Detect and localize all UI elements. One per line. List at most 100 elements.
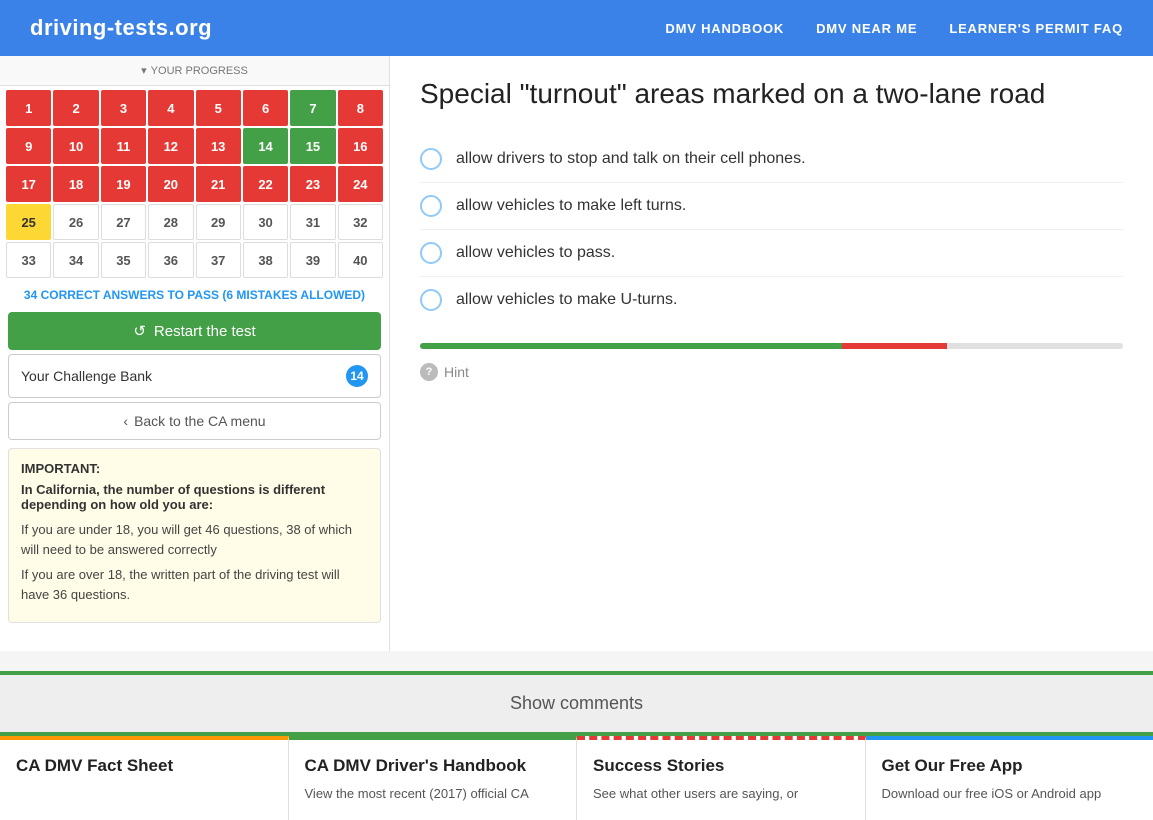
grid-cell-3[interactable]: 3 (101, 90, 146, 126)
main-nav: DMV HANDBOOK DMV NEAR ME LEARNER'S PERMI… (665, 21, 1123, 36)
grid-cell-17[interactable]: 17 (6, 166, 51, 202)
grid-cell-23[interactable]: 23 (290, 166, 335, 202)
bottom-cards: CA DMV Fact Sheet CA DMV Driver's Handboo… (0, 736, 1153, 820)
question-content: Special "turnout" areas marked on a two-… (390, 56, 1153, 651)
bottom-card-ca-dmv-fact-sheet[interactable]: CA DMV Fact Sheet (0, 736, 289, 820)
progress-bar-green (420, 343, 842, 349)
progress-grid: 1234567891011121314151617181920212223242… (0, 86, 389, 282)
grid-cell-6[interactable]: 6 (243, 90, 288, 126)
grid-cell-35[interactable]: 35 (101, 242, 146, 278)
grid-cell-9[interactable]: 9 (6, 128, 51, 164)
card-text: View the most recent (2017) official CA (305, 784, 561, 804)
answers-list: allow drivers to stop and talk on their … (420, 136, 1123, 323)
grid-cell-7[interactable]: 7 (290, 90, 335, 126)
grid-cell-33[interactable]: 33 (6, 242, 51, 278)
radio-circle (420, 148, 442, 170)
grid-cell-32[interactable]: 32 (338, 204, 383, 240)
progress-bar-red (842, 343, 947, 349)
grid-cell-25[interactable]: 25 (6, 204, 51, 240)
card-title: CA DMV Fact Sheet (16, 756, 272, 776)
back-to-menu-button[interactable]: ‹ Back to the CA menu (8, 402, 381, 440)
important-p2: If you are over 18, the written part of … (21, 565, 368, 604)
answer-text: allow drivers to stop and talk on their … (456, 150, 806, 168)
grid-cell-21[interactable]: 21 (196, 166, 241, 202)
grid-cell-15[interactable]: 15 (290, 128, 335, 164)
question-title: Special "turnout" areas marked on a two-… (420, 76, 1123, 112)
important-body: In California, the number of questions i… (21, 482, 368, 512)
nav-dmv-handbook[interactable]: DMV HANDBOOK (665, 21, 784, 36)
challenge-bank-button[interactable]: Your Challenge Bank 14 (8, 354, 381, 398)
back-label: Back to the CA menu (134, 413, 266, 429)
grid-cell-18[interactable]: 18 (53, 166, 98, 202)
nav-learners-permit[interactable]: LEARNER'S PERMIT FAQ (949, 21, 1123, 36)
card-text: See what other users are saying, or (593, 784, 849, 804)
grid-cell-37[interactable]: 37 (196, 242, 241, 278)
grid-cell-36[interactable]: 36 (148, 242, 193, 278)
pass-info: 34 CORRECT ANSWERS TO PASS (6 MISTAKES A… (0, 282, 389, 308)
grid-cell-14[interactable]: 14 (243, 128, 288, 164)
grid-cell-26[interactable]: 26 (53, 204, 98, 240)
progress-label: YOUR PROGRESS (151, 65, 248, 77)
progress-header[interactable]: ▾ YOUR PROGRESS (0, 56, 389, 86)
card-title: CA DMV Driver's Handbook (305, 756, 561, 776)
grid-cell-29[interactable]: 29 (196, 204, 241, 240)
grid-cell-22[interactable]: 22 (243, 166, 288, 202)
grid-cell-34[interactable]: 34 (53, 242, 98, 278)
answer-text: allow vehicles to pass. (456, 244, 615, 262)
grid-cell-31[interactable]: 31 (290, 204, 335, 240)
challenge-badge: 14 (346, 365, 368, 387)
answer-item-a4[interactable]: allow vehicles to make U-turns. (420, 277, 1123, 323)
grid-cell-30[interactable]: 30 (243, 204, 288, 240)
grid-cell-39[interactable]: 39 (290, 242, 335, 278)
grid-cell-12[interactable]: 12 (148, 128, 193, 164)
nav-dmv-near-me[interactable]: DMV NEAR ME (816, 21, 917, 36)
radio-circle (420, 195, 442, 217)
grid-cell-38[interactable]: 38 (243, 242, 288, 278)
grid-cell-40[interactable]: 40 (338, 242, 383, 278)
important-box: IMPORTANT: In California, the number of … (8, 448, 381, 623)
site-header: driving-tests.org DMV HANDBOOK DMV NEAR … (0, 0, 1153, 56)
back-icon: ‹ (123, 413, 128, 429)
bottom-card-get-free-app[interactable]: Get Our Free App Download our free iOS or… (866, 736, 1153, 820)
show-comments-label: Show comments (510, 693, 643, 713)
progress-bar (420, 343, 1123, 349)
grid-cell-5[interactable]: 5 (196, 90, 241, 126)
grid-cell-28[interactable]: 28 (148, 204, 193, 240)
show-comments-bar[interactable]: Show comments (0, 671, 1153, 736)
progress-chevron: ▾ (141, 64, 147, 77)
card-title: Get Our Free App (882, 756, 1138, 776)
card-text: Download our free iOS or Android app (882, 784, 1138, 804)
radio-circle (420, 289, 442, 311)
bottom-card-success-stories[interactable]: Success Stories See what other users are … (577, 736, 866, 820)
answer-text: allow vehicles to make U-turns. (456, 291, 677, 309)
restart-icon: ↺ (133, 322, 146, 340)
restart-label: Restart the test (154, 323, 256, 340)
grid-cell-10[interactable]: 10 (53, 128, 98, 164)
grid-cell-19[interactable]: 19 (101, 166, 146, 202)
hint-icon: ? (420, 363, 438, 381)
grid-cell-2[interactable]: 2 (53, 90, 98, 126)
important-p1: If you are under 18, you will get 46 que… (21, 520, 368, 559)
grid-cell-24[interactable]: 24 (338, 166, 383, 202)
grid-cell-8[interactable]: 8 (338, 90, 383, 126)
grid-cell-20[interactable]: 20 (148, 166, 193, 202)
hint-label: Hint (444, 364, 469, 380)
grid-cell-13[interactable]: 13 (196, 128, 241, 164)
answer-item-a2[interactable]: allow vehicles to make left turns. (420, 183, 1123, 230)
grid-cell-1[interactable]: 1 (6, 90, 51, 126)
main-container: ▾ YOUR PROGRESS 123456789101112131415161… (0, 56, 1153, 651)
hint-row[interactable]: ? Hint (420, 363, 1123, 381)
grid-cell-27[interactable]: 27 (101, 204, 146, 240)
restart-button[interactable]: ↺ Restart the test (8, 312, 381, 350)
answer-item-a1[interactable]: allow drivers to stop and talk on their … (420, 136, 1123, 183)
grid-cell-11[interactable]: 11 (101, 128, 146, 164)
grid-cell-4[interactable]: 4 (148, 90, 193, 126)
important-label: IMPORTANT: (21, 461, 368, 476)
bottom-card-ca-dmv-drivers-handbook[interactable]: CA DMV Driver's Handbook View the most re… (289, 736, 578, 820)
radio-circle (420, 242, 442, 264)
grid-cell-16[interactable]: 16 (338, 128, 383, 164)
site-logo[interactable]: driving-tests.org (30, 15, 212, 41)
card-title: Success Stories (593, 756, 849, 776)
challenge-label: Your Challenge Bank (21, 368, 152, 384)
answer-item-a3[interactable]: allow vehicles to pass. (420, 230, 1123, 277)
